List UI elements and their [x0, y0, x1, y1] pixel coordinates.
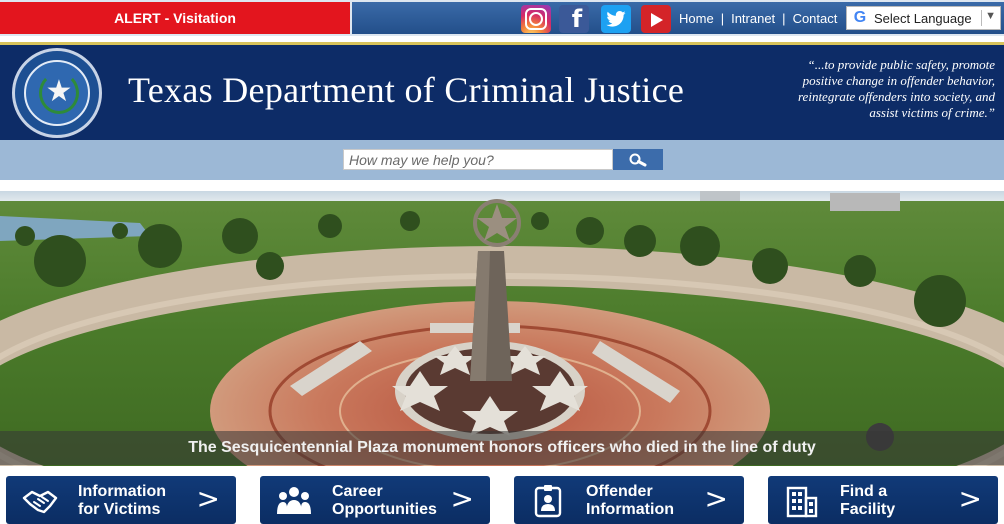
- quick-link-line: Find a: [840, 483, 888, 500]
- motto-line: positive change in offender behavior,: [802, 73, 995, 88]
- site-header: ★ Texas Department of Criminal Justice “…: [0, 42, 1004, 140]
- instagram-icon[interactable]: [521, 5, 551, 33]
- utility-links: Home | Intranet | Contact: [679, 2, 837, 34]
- hero-image: The Sesquicentennial Plaza monument hono…: [0, 191, 1004, 466]
- id-badge-icon: [534, 485, 562, 518]
- alert-visitation-button[interactable]: ALERT - Visitation: [0, 2, 350, 34]
- people-icon: [277, 487, 311, 514]
- monument-photo: [0, 191, 1004, 466]
- building-icon: [786, 486, 818, 518]
- nav-separator: |: [782, 10, 786, 26]
- dropdown-divider: [981, 10, 982, 26]
- quick-link-label: Offender Information: [586, 483, 674, 519]
- twitter-icon[interactable]: [601, 5, 631, 33]
- hero-caption: The Sesquicentennial Plaza monument hono…: [0, 431, 1004, 465]
- top-nav: f Home | Intranet | Contact G Select Lan…: [352, 2, 1004, 34]
- find-a-facility-button[interactable]: Find a Facility >: [768, 476, 998, 524]
- motto-line: “...to provide public safety, promote: [807, 57, 995, 72]
- mission-statement: “...to provide public safety, promote po…: [755, 57, 995, 121]
- facebook-icon[interactable]: f: [559, 5, 589, 33]
- quick-link-line: Offender: [586, 483, 653, 500]
- motto-line: reintegrate offenders into society, and: [797, 89, 995, 104]
- select-language-dropdown[interactable]: G Select Language ▼: [846, 6, 1001, 30]
- chevron-right-icon: >: [704, 482, 728, 515]
- career-opportunities-button[interactable]: Career Opportunities >: [260, 476, 490, 524]
- seal-inner-ring: ★: [24, 60, 90, 126]
- quick-link-line: Opportunities: [332, 501, 437, 518]
- page-title[interactable]: Texas Department of Criminal Justice: [128, 69, 684, 111]
- quick-link-line: Facility: [840, 501, 896, 518]
- texas-seal-icon[interactable]: ★: [12, 48, 102, 138]
- offender-information-button[interactable]: Offender Information >: [514, 476, 744, 524]
- search-icon: [629, 153, 647, 166]
- chevron-right-icon: >: [958, 482, 982, 515]
- search-bar: [0, 140, 1004, 180]
- quick-link-label: Information for Victims: [78, 483, 166, 519]
- star-icon: ★: [45, 75, 73, 108]
- twitter-bird-icon: [606, 11, 626, 27]
- contact-link[interactable]: Contact: [793, 11, 838, 26]
- handshake-icon: [22, 490, 58, 514]
- quick-link-label: Career Opportunities: [332, 483, 437, 519]
- chevron-right-icon: >: [450, 482, 474, 515]
- google-icon: G: [853, 9, 867, 26]
- chevron-right-icon: >: [196, 482, 220, 515]
- select-language-label: Select Language: [874, 10, 972, 26]
- search-button[interactable]: [613, 149, 663, 170]
- quick-link-label: Find a Facility: [840, 483, 895, 519]
- youtube-play-icon: [651, 13, 663, 27]
- quick-link-line: for Victims: [78, 501, 161, 518]
- quick-link-line: Information: [78, 483, 166, 500]
- top-bar: ALERT - Visitation f Home | Intranet | C…: [0, 0, 1004, 36]
- chevron-down-icon: ▼: [985, 10, 996, 22]
- information-for-victims-button[interactable]: Information for Victims >: [6, 476, 236, 524]
- quick-link-line: Information: [586, 501, 674, 518]
- quick-link-line: Career: [332, 483, 383, 500]
- home-link[interactable]: Home: [679, 11, 714, 26]
- nav-separator: |: [720, 10, 725, 26]
- youtube-icon[interactable]: [641, 5, 671, 33]
- intranet-link[interactable]: Intranet: [731, 11, 775, 26]
- search-input[interactable]: [343, 149, 613, 170]
- motto-line: assist victims of crime.”: [869, 105, 995, 120]
- instagram-lens: [529, 12, 543, 26]
